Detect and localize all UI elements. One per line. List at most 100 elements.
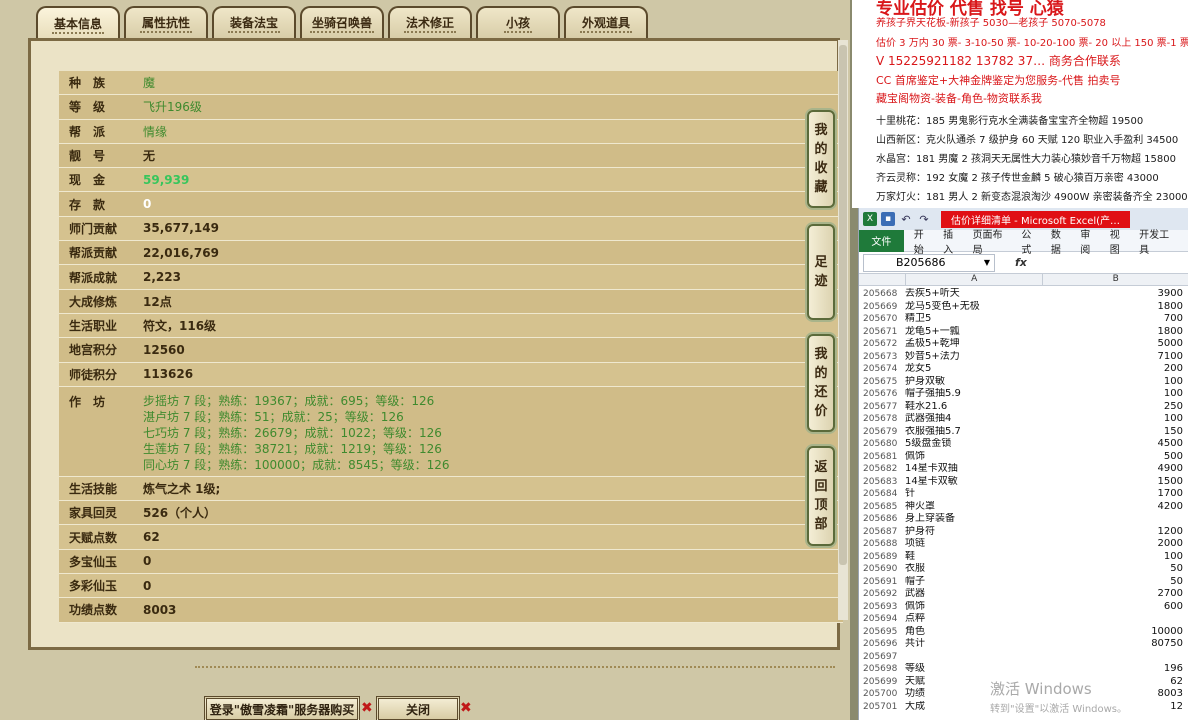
cell[interactable]: 护身符 — [905, 526, 1043, 539]
ribbon-tab[interactable]: 公式 — [1021, 226, 1040, 256]
fx-icon[interactable]: fx — [1015, 256, 1027, 269]
sheet-row[interactable]: 205680 5级盘金锁 4500 — [859, 438, 1188, 451]
cell[interactable]: 帽子强抽5.9 — [905, 388, 1043, 401]
sheet-row[interactable]: 205683 14星卡双敏 1500 — [859, 476, 1188, 489]
ribbon-tab[interactable]: 审阅 — [1080, 226, 1099, 256]
sheet-row[interactable]: 205690 衣服 50 — [859, 563, 1188, 576]
cell[interactable]: 7100 — [1043, 351, 1183, 364]
cell[interactable]: 1800 — [1043, 301, 1183, 314]
cell[interactable]: 龙龟5+一瓢 — [905, 326, 1043, 339]
cell[interactable] — [1043, 613, 1183, 626]
footprint-button[interactable]: 足迹 — [807, 224, 835, 320]
cell[interactable]: 50 — [1043, 576, 1183, 589]
cell[interactable]: 佩饰 — [905, 601, 1043, 614]
sheet-row[interactable]: 205682 14星卡双抽 4900 — [859, 463, 1188, 476]
cell[interactable]: 龙女5 — [905, 363, 1043, 376]
cell[interactable]: 等级 — [905, 663, 1043, 676]
ribbon-tab[interactable]: 数据 — [1051, 226, 1070, 256]
cell[interactable]: 1200 — [1043, 526, 1183, 539]
cell[interactable]: 点粹 — [905, 613, 1043, 626]
sheet-row[interactable]: 205687 护身符 1200 — [859, 526, 1188, 539]
cell[interactable]: 共计 — [905, 638, 1043, 651]
cell[interactable]: 1800 — [1043, 326, 1183, 339]
cell[interactable]: 护身双敏 — [905, 376, 1043, 389]
tab-file[interactable]: 文件 — [859, 229, 904, 252]
column-header-a[interactable]: A — [904, 274, 1043, 285]
column-header-b[interactable]: B — [1042, 274, 1188, 285]
cell[interactable]: 80750 — [1043, 638, 1183, 651]
sheet-row[interactable]: 205695 角色 10000 — [859, 626, 1188, 639]
cell[interactable]: 700 — [1043, 313, 1183, 326]
spreadsheet-grid[interactable]: 205668 去疾5+听天 3900 205669 龙马5变色+无极 1800 205670… — [859, 288, 1188, 713]
cell[interactable]: 神火罩 — [905, 501, 1043, 514]
sheet-row[interactable]: 205692 武器 2700 — [859, 588, 1188, 601]
sheet-row[interactable]: 205670 精卫5 700 — [859, 313, 1188, 326]
cell[interactable]: 精卫5 — [905, 313, 1043, 326]
redo-icon[interactable]: ↷ — [917, 212, 931, 226]
cell[interactable] — [1043, 513, 1183, 526]
sheet-row[interactable]: 205686 身上穿装备 — [859, 513, 1188, 526]
cell[interactable]: 1500 — [1043, 476, 1183, 489]
ribbon-tab[interactable]: 页面布局 — [973, 226, 1012, 256]
sheet-row[interactable]: 205674 龙女5 200 — [859, 363, 1188, 376]
cell[interactable]: 2000 — [1043, 538, 1183, 551]
cell[interactable]: 佩饰 — [905, 451, 1043, 464]
sheet-row[interactable]: 205668 去疾5+听天 3900 — [859, 288, 1188, 301]
cell[interactable]: 针 — [905, 488, 1043, 501]
cell[interactable] — [1043, 651, 1183, 664]
cell[interactable]: 鞋水21.6 — [905, 401, 1043, 414]
cell[interactable]: 100 — [1043, 551, 1183, 564]
cell[interactable]: 帽子 — [905, 576, 1043, 589]
cell[interactable]: 5000 — [1043, 338, 1183, 351]
back-to-top-button[interactable]: 返回顶部 — [807, 446, 835, 546]
sheet-row[interactable]: 205684 针 1700 — [859, 488, 1188, 501]
sheet-row[interactable]: 205672 孟极5+乾坤 5000 — [859, 338, 1188, 351]
cell[interactable]: 去疾5+听天 — [905, 288, 1043, 301]
sheet-row[interactable]: 205676 帽子强抽5.9 100 — [859, 388, 1188, 401]
sheet-row[interactable]: 205691 帽子 50 — [859, 576, 1188, 589]
tab-5[interactable]: 小孩 — [476, 6, 560, 38]
cell[interactable]: 600 — [1043, 601, 1183, 614]
cell[interactable]: 角色 — [905, 626, 1043, 639]
cell[interactable]: 1700 — [1043, 488, 1183, 501]
sheet-row[interactable]: 205677 鞋水21.6 250 — [859, 401, 1188, 414]
cell[interactable] — [905, 651, 1043, 664]
login-server-buy-button[interactable]: 登录"傲雪凌霜"服务器购买 — [204, 696, 360, 720]
sheet-row[interactable]: 205675 护身双敏 100 — [859, 376, 1188, 389]
sheet-row[interactable]: 205689 鞋 100 — [859, 551, 1188, 564]
cell[interactable]: 100 — [1043, 413, 1183, 426]
ribbon-tab[interactable]: 开发工具 — [1139, 226, 1178, 256]
tab-2[interactable]: 装备法宝 — [212, 6, 296, 38]
cell[interactable]: 14星卡双敏 — [905, 476, 1043, 489]
tab-4[interactable]: 法术修正 — [388, 6, 472, 38]
scrollbar-thumb[interactable] — [839, 45, 847, 565]
cell[interactable]: 孟极5+乾坤 — [905, 338, 1043, 351]
cell[interactable]: 龙马5变色+无极 — [905, 301, 1043, 314]
cell[interactable]: 身上穿装备 — [905, 513, 1043, 526]
sheet-row[interactable]: 205671 龙龟5+一瓢 1800 — [859, 326, 1188, 339]
sheet-row[interactable]: 205688 项链 2000 — [859, 538, 1188, 551]
chevron-down-icon[interactable]: ▼ — [984, 255, 990, 271]
tab-1[interactable]: 属性抗性 — [124, 6, 208, 38]
cell[interactable]: 100 — [1043, 388, 1183, 401]
cell[interactable]: 衣服 — [905, 563, 1043, 576]
ribbon-tab[interactable]: 插入 — [943, 226, 962, 256]
sheet-row[interactable]: 205698 等级 196 — [859, 663, 1188, 676]
cell[interactable]: 196 — [1043, 663, 1183, 676]
cell[interactable]: 250 — [1043, 401, 1183, 414]
cell[interactable]: 100 — [1043, 376, 1183, 389]
sheet-row[interactable]: 205679 衣服强抽5.7 150 — [859, 426, 1188, 439]
tab-3[interactable]: 坐骑召唤兽 — [300, 6, 384, 38]
sheet-row[interactable]: 205681 佩饰 500 — [859, 451, 1188, 464]
tab-6[interactable]: 外观道具 — [564, 6, 648, 38]
cell[interactable]: 4500 — [1043, 438, 1183, 451]
cell[interactable]: 150 — [1043, 426, 1183, 439]
cell[interactable]: 4900 — [1043, 463, 1183, 476]
sheet-row[interactable]: 205673 妙音5+法力 7100 — [859, 351, 1188, 364]
sheet-row[interactable]: 205694 点粹 — [859, 613, 1188, 626]
sheet-row[interactable]: 205669 龙马5变色+无极 1800 — [859, 301, 1188, 314]
cell[interactable]: 500 — [1043, 451, 1183, 464]
my-favorites-button[interactable]: 我的收藏 — [807, 110, 835, 208]
ribbon-tab[interactable]: 视图 — [1110, 226, 1129, 256]
cell[interactable]: 2700 — [1043, 588, 1183, 601]
